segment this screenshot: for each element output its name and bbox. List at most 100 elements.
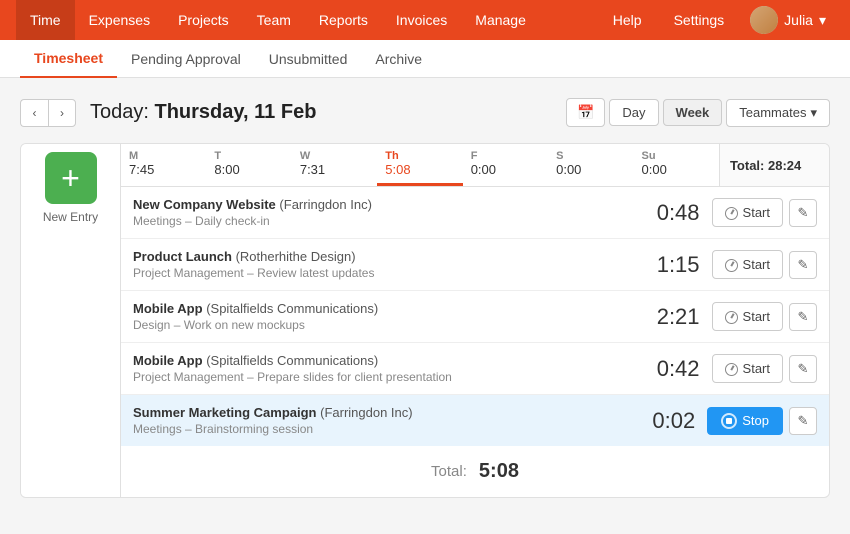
edit-button-2[interactable]: ✎ (789, 303, 817, 331)
project-name-2: Mobile App (133, 301, 203, 316)
entry-info-0: New Company Website (Farringdon Inc) Mee… (133, 197, 645, 228)
total-row: Total: 5:08 (121, 446, 829, 497)
clock-icon (725, 311, 738, 324)
entry-time-0: 0:48 (645, 200, 700, 226)
new-entry-label: New Entry (43, 210, 98, 224)
day-sat: S 0:00 (548, 144, 633, 186)
current-date: Today: Thursday, 11 Feb (90, 101, 316, 124)
entry-info-2: Mobile App (Spitalfields Communications)… (133, 301, 645, 332)
day-headers: M 7:45 T 8:00 W 7:31 Th 5:08 F 0:00 (121, 144, 829, 187)
subnav-unsubmitted[interactable]: Unsubmitted (255, 40, 362, 78)
stop-circle-icon (721, 413, 737, 429)
client-name-2: (Spitalfields Communications) (206, 301, 378, 316)
nav-expenses[interactable]: Expenses (75, 0, 164, 40)
teammates-label: Teammates (739, 105, 806, 120)
entry-time-1: 1:15 (645, 252, 700, 278)
start-button-0[interactable]: Start (712, 198, 783, 227)
entry-row-2: Mobile App (Spitalfields Communications)… (121, 291, 829, 343)
entry-project-1: Product Launch (Rotherhithe Design) (133, 249, 645, 264)
entry-desc-4: Meetings – Brainstorming session (133, 422, 640, 436)
user-name: Julia (784, 12, 813, 28)
subnav-pending[interactable]: Pending Approval (117, 40, 255, 78)
day-wed: W 7:31 (292, 144, 377, 186)
entries-container: New Company Website (Farringdon Inc) Mee… (121, 187, 829, 446)
date-navigation: ‹ › Today: Thursday, 11 Feb 📅 Day Week T… (20, 98, 830, 127)
total-label: Total: (431, 463, 467, 480)
entry-project-3: Mobile App (Spitalfields Communications) (133, 353, 645, 368)
subnav-archive[interactable]: Archive (361, 40, 436, 78)
main-content: ‹ › Today: Thursday, 11 Feb 📅 Day Week T… (0, 78, 850, 518)
calendar-button[interactable]: 📅 (566, 98, 605, 127)
stop-button[interactable]: Stop (707, 407, 783, 435)
client-name-3: (Spitalfields Communications) (206, 353, 378, 368)
edit-button-3[interactable]: ✎ (789, 355, 817, 383)
subnav-timesheet[interactable]: Timesheet (20, 40, 117, 78)
nav-invoices[interactable]: Invoices (382, 0, 461, 40)
clock-icon (725, 207, 738, 220)
entry-desc-0: Meetings – Daily check-in (133, 214, 645, 228)
clock-icon (725, 259, 738, 272)
next-button[interactable]: › (48, 99, 76, 127)
entry-time-2: 2:21 (645, 304, 700, 330)
stop-square-icon (726, 418, 732, 424)
total-value: 5:08 (479, 460, 519, 483)
clock-icon (725, 363, 738, 376)
main-table: M 7:45 T 8:00 W 7:31 Th 5:08 F 0:00 (121, 144, 829, 497)
day-thu[interactable]: Th 5:08 (377, 144, 462, 186)
entry-time-4: 0:02 (640, 408, 695, 434)
teammates-button[interactable]: Teammates ▾ (726, 99, 830, 127)
entry-project-0: New Company Website (Farringdon Inc) (133, 197, 645, 212)
week-view-button[interactable]: Week (663, 99, 723, 126)
entry-row-4: Summer Marketing Campaign (Farringdon In… (121, 395, 829, 446)
edit-button-0[interactable]: ✎ (789, 199, 817, 227)
edit-button-4[interactable]: ✎ (789, 407, 817, 435)
entry-info-4: Summer Marketing Campaign (Farringdon In… (133, 405, 640, 436)
user-chevron: ▾ (819, 12, 826, 29)
project-name-1: Product Launch (133, 249, 232, 264)
sub-nav: Timesheet Pending Approval Unsubmitted A… (0, 40, 850, 78)
nav-reports[interactable]: Reports (305, 0, 382, 40)
start-button-3[interactable]: Start (712, 354, 783, 383)
nav-manage[interactable]: Manage (461, 0, 540, 40)
entry-row-1: Product Launch (Rotherhithe Design) Proj… (121, 239, 829, 291)
nav-help[interactable]: Help (599, 0, 656, 40)
start-button-1[interactable]: Start (712, 250, 783, 279)
timesheet-container: + New Entry M 7:45 T 8:00 W 7:31 (20, 143, 830, 498)
prev-button[interactable]: ‹ (20, 99, 48, 127)
nav-team[interactable]: Team (243, 0, 305, 40)
today-prefix: Today: (90, 101, 149, 123)
user-menu[interactable]: Julia ▾ (742, 6, 834, 34)
entry-row-3: Mobile App (Spitalfields Communications)… (121, 343, 829, 395)
client-name-0: (Farringdon Inc) (279, 197, 371, 212)
client-name-4: (Farringdon Inc) (320, 405, 412, 420)
teammates-chevron: ▾ (810, 105, 817, 121)
entry-desc-3: Project Management – Prepare slides for … (133, 370, 645, 384)
start-button-2[interactable]: Start (712, 302, 783, 331)
entry-row-0: New Company Website (Farringdon Inc) Mee… (121, 187, 829, 239)
nav-settings[interactable]: Settings (660, 0, 739, 40)
entry-desc-1: Project Management – Review latest updat… (133, 266, 645, 280)
entry-time-3: 0:42 (645, 356, 700, 382)
day-fri: F 0:00 (463, 144, 548, 186)
total-header-col: Total: 28:24 (719, 144, 829, 186)
day-mon: M 7:45 (121, 144, 206, 186)
day-view-button[interactable]: Day (609, 99, 658, 126)
entry-info-3: Mobile App (Spitalfields Communications)… (133, 353, 645, 384)
entry-desc-2: Design – Work on new mockups (133, 318, 645, 332)
day-sun: Su 0:00 (634, 144, 719, 186)
project-name-0: New Company Website (133, 197, 276, 212)
avatar (750, 6, 778, 34)
date-value: Thursday, 11 Feb (155, 101, 317, 123)
nav-time[interactable]: Time (16, 0, 75, 40)
entry-project-4: Summer Marketing Campaign (Farringdon In… (133, 405, 640, 420)
nav-projects[interactable]: Projects (164, 0, 243, 40)
project-name-3: Mobile App (133, 353, 203, 368)
entry-info-1: Product Launch (Rotherhithe Design) Proj… (133, 249, 645, 280)
top-nav: Time Expenses Projects Team Reports Invo… (0, 0, 850, 40)
new-entry-button[interactable]: + (45, 152, 97, 204)
edit-button-1[interactable]: ✎ (789, 251, 817, 279)
project-name-4: Summer Marketing Campaign (133, 405, 317, 420)
client-name-1: (Rotherhithe Design) (236, 249, 356, 264)
view-controls: 📅 Day Week Teammates ▾ (566, 98, 830, 127)
day-tue: T 8:00 (206, 144, 291, 186)
